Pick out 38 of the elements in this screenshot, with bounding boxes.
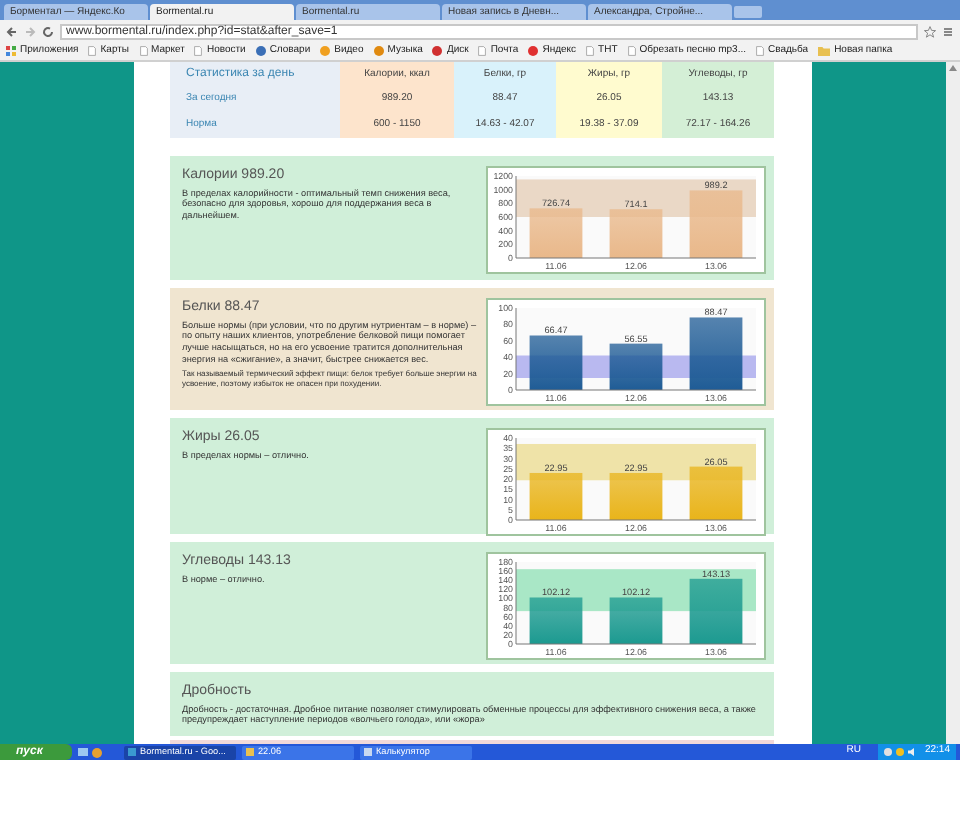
bar [529,335,583,390]
scrollbar[interactable] [946,62,960,744]
bar [529,597,583,644]
apps-grid-icon [6,46,16,56]
site-icon [528,46,539,56]
bar [609,597,663,644]
window-icon [128,748,136,756]
bar [529,472,583,520]
site-icon [255,46,266,56]
bar [689,578,743,644]
page-icon [88,46,97,56]
folder-icon [818,46,831,56]
menu-icon[interactable] [942,25,954,37]
back-icon[interactable] [6,25,18,37]
page-icon [478,46,487,56]
bar [609,472,663,520]
page-icon [627,46,636,56]
site-icon [432,46,443,56]
bar [529,207,583,258]
page-icon [139,46,148,56]
bar [609,208,663,258]
star-icon[interactable] [924,25,936,37]
reload-icon[interactable] [42,25,54,37]
page-icon [586,46,595,56]
folder-icon [246,748,254,756]
page-icon [756,46,765,56]
bar [609,343,663,390]
site-icon [320,46,331,56]
bar [689,189,743,258]
bar [689,466,743,520]
volume-icon[interactable] [908,748,917,756]
page-icon [194,46,203,56]
window-icon [364,748,372,756]
bar [689,317,743,390]
desktop-icon[interactable] [78,747,88,757]
site-icon [373,46,384,56]
forward-icon[interactable] [24,25,36,37]
globe-icon[interactable] [92,747,102,757]
